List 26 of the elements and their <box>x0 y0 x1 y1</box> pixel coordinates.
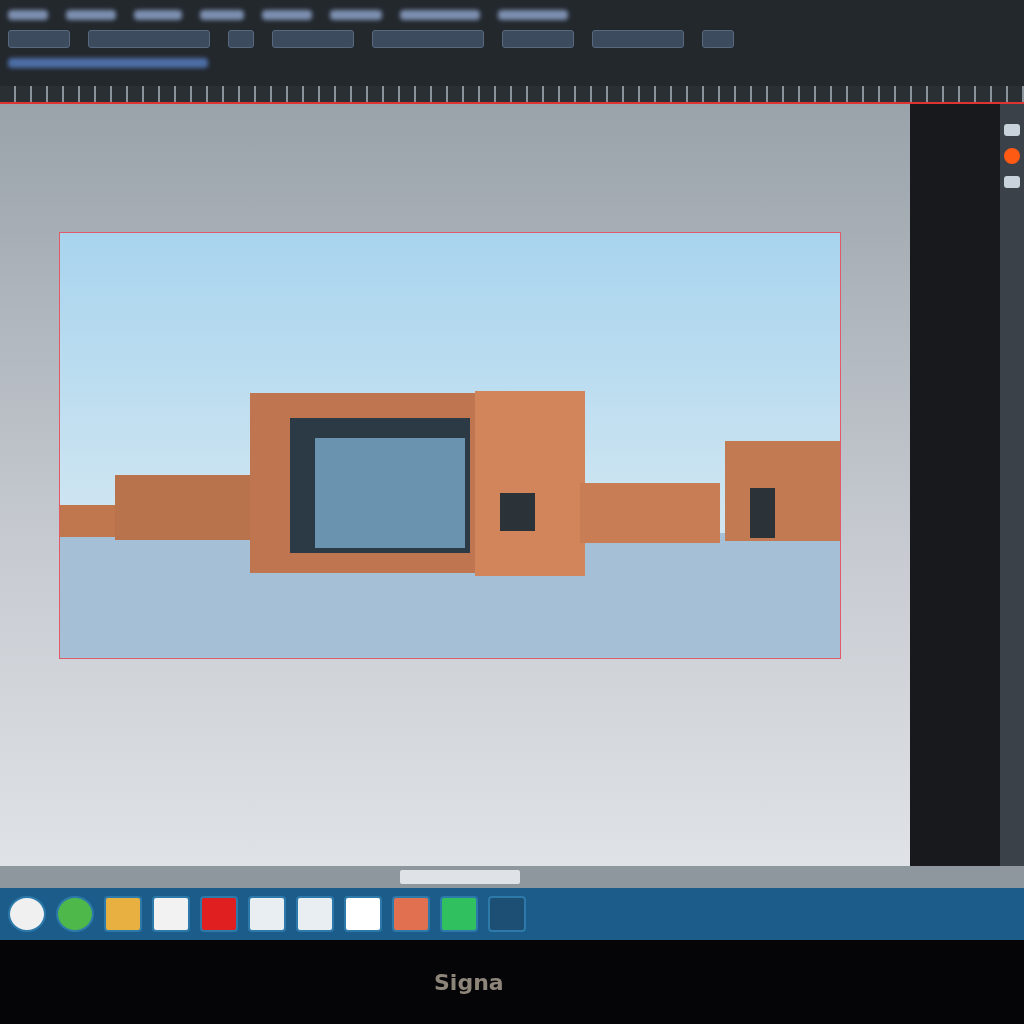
blurred-menu-item[interactable] <box>66 10 116 20</box>
toolbar-control[interactable] <box>702 30 734 48</box>
taskbar-app-icon[interactable] <box>8 896 46 932</box>
monitor-brand-logo: Signa <box>434 969 504 995</box>
taskbar-app-icon[interactable] <box>344 896 382 932</box>
blurred-menu-item[interactable] <box>400 10 480 20</box>
taskbar-app-icon[interactable] <box>296 896 334 932</box>
toolbar-control[interactable] <box>592 30 684 48</box>
toolbar-control[interactable] <box>372 30 484 48</box>
blurred-menu-item[interactable] <box>330 10 382 20</box>
toolbar-control[interactable] <box>228 30 254 48</box>
color-swatch-icon[interactable] <box>1004 148 1020 164</box>
toolbar-control[interactable] <box>272 30 354 48</box>
toolbar-control[interactable] <box>8 30 70 48</box>
taskbar-app-icon[interactable] <box>248 896 286 932</box>
blurred-menu-item[interactable] <box>8 10 48 20</box>
blurred-menu-item[interactable] <box>498 10 568 20</box>
blurred-menu-item[interactable] <box>200 10 244 20</box>
blurred-menu-item[interactable] <box>262 10 312 20</box>
toolbar-control[interactable] <box>88 30 210 48</box>
horizontal-scrollbar[interactable] <box>0 866 1024 888</box>
taskbar-app-icon[interactable] <box>56 896 94 932</box>
scrollbar-thumb[interactable] <box>400 870 520 884</box>
toolbar-control[interactable] <box>502 30 574 48</box>
taskbar-app-icon[interactable] <box>152 896 190 932</box>
blurred-menu-item[interactable] <box>134 10 182 20</box>
